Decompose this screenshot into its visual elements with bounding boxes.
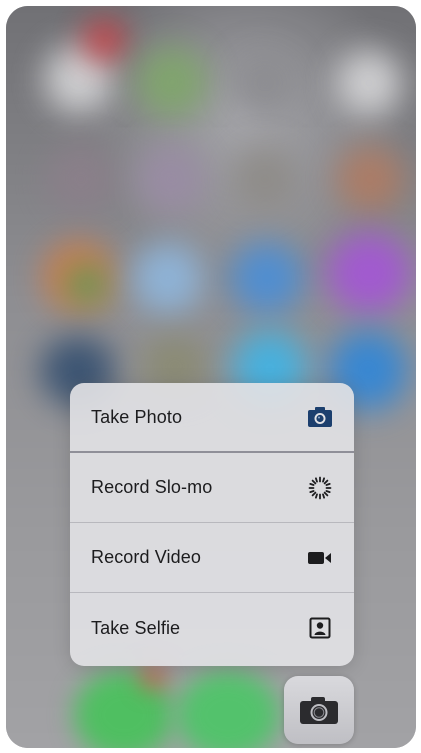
blurred-app-icon bbox=[326, 232, 412, 314]
blurred-app-icon bbox=[232, 50, 298, 116]
video-camera-icon bbox=[306, 544, 334, 572]
blurred-app-icon bbox=[336, 146, 404, 212]
record-video-label: Record Video bbox=[91, 547, 201, 567]
blurred-app-icon bbox=[46, 144, 116, 214]
take-photo-action[interactable]: Take Photo bbox=[70, 383, 354, 453]
take-selfie-action[interactable]: Take Selfie bbox=[70, 593, 354, 663]
camera-icon bbox=[300, 697, 338, 724]
selfie-portrait-icon bbox=[306, 614, 334, 642]
record-slo-mo-label: Record Slo-mo bbox=[91, 477, 213, 497]
camera-quick-actions-menu: Take Photo Record Slo-mo Record Video Ta… bbox=[70, 383, 354, 666]
blurred-app-icon bbox=[232, 146, 298, 212]
blurred-app-icon bbox=[66, 264, 106, 304]
camera-app-icon[interactable] bbox=[284, 676, 354, 744]
slo-mo-icon bbox=[306, 474, 334, 502]
take-photo-label: Take Photo bbox=[91, 406, 183, 427]
blurred-app-icon bbox=[132, 242, 204, 314]
blurred-notification-badge bbox=[84, 20, 124, 60]
record-video-action[interactable]: Record Video bbox=[70, 523, 354, 593]
blurred-app-icon bbox=[136, 46, 208, 118]
take-selfie-label: Take Selfie bbox=[91, 617, 181, 638]
record-slo-mo-action[interactable]: Record Slo-mo bbox=[70, 453, 354, 523]
blurred-notification-badge bbox=[142, 666, 164, 688]
blurred-app-icon bbox=[230, 242, 304, 314]
blurred-app-icon bbox=[136, 144, 206, 214]
blurred-app-icon bbox=[336, 50, 402, 116]
camera-icon bbox=[306, 403, 334, 431]
